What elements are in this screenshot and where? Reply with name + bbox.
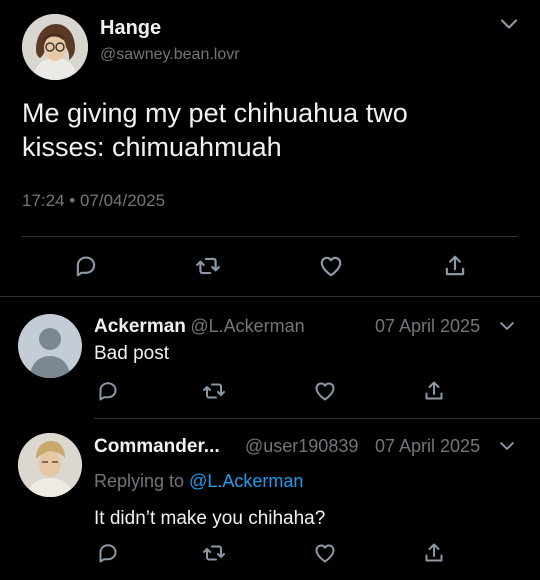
reply-author-name[interactable]: Commander... <box>94 436 220 457</box>
reply-text: It didn’t make you chihaha? <box>94 508 326 529</box>
reply-avatar-character[interactable] <box>18 433 82 497</box>
chevron-down-icon[interactable] <box>497 436 517 461</box>
reply-text: Bad post <box>94 343 169 364</box>
reply-date[interactable]: 07 April 2025 <box>375 436 480 457</box>
author-name[interactable]: Hange <box>100 17 161 40</box>
tweet-text-line-1: Me giving my pet chihuahua two <box>22 98 408 128</box>
author-handle[interactable]: @sawney.bean.lovr <box>100 46 240 64</box>
divider <box>0 296 540 297</box>
reply-avatar-default[interactable] <box>18 314 82 378</box>
reply-icon[interactable] <box>73 253 99 284</box>
reply-author-handle[interactable]: @user190839 <box>245 436 358 457</box>
reply-date[interactable]: 07 April 2025 <box>375 316 480 337</box>
share-icon[interactable] <box>442 253 468 284</box>
chevron-down-icon[interactable] <box>497 316 517 341</box>
divider <box>22 236 518 237</box>
tweet-timestamp[interactable]: 17:24 • 07/04/2025 <box>22 191 165 211</box>
tweet-text: Me giving my pet chihuahua two kisses: c… <box>22 96 522 164</box>
replying-to: Replying to @L.Ackerman <box>94 471 303 492</box>
divider <box>94 418 540 419</box>
share-icon[interactable] <box>422 379 446 408</box>
like-icon[interactable] <box>318 253 344 284</box>
like-icon[interactable] <box>313 379 337 408</box>
replying-to-prefix: Replying to <box>94 471 190 491</box>
author-avatar[interactable] <box>22 14 88 80</box>
like-icon[interactable] <box>313 541 337 570</box>
retweet-icon[interactable] <box>202 379 226 408</box>
reply-icon[interactable] <box>96 541 120 570</box>
chevron-down-icon[interactable] <box>497 12 521 41</box>
reply-author-name[interactable]: Ackerman <box>94 316 186 337</box>
tweet-text-line-2: kisses: chimuahmuah <box>22 132 282 162</box>
replying-to-mention[interactable]: @L.Ackerman <box>189 471 303 491</box>
retweet-icon[interactable] <box>195 253 221 284</box>
share-icon[interactable] <box>422 541 446 570</box>
reply-icon[interactable] <box>96 379 120 408</box>
retweet-icon[interactable] <box>202 541 226 570</box>
reply-author-handle[interactable]: @L.Ackerman <box>190 316 304 336</box>
